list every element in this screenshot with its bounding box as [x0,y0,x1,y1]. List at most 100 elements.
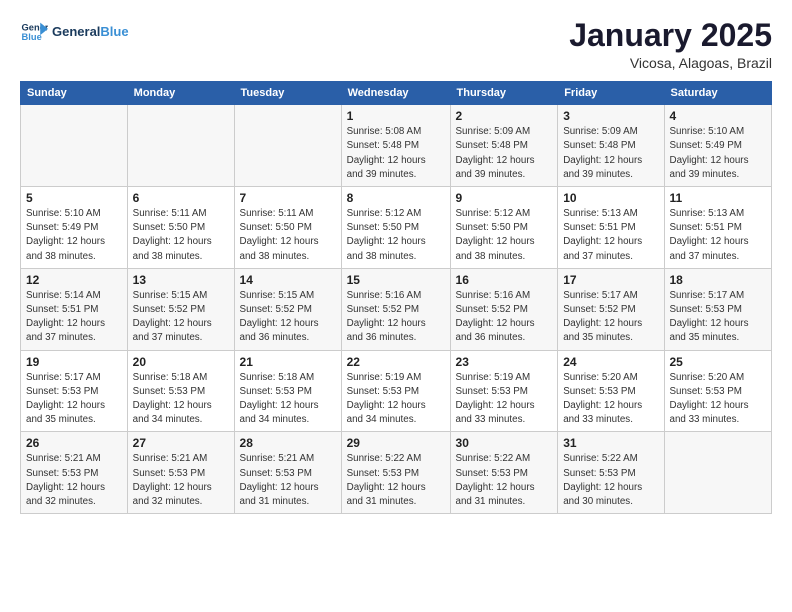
day-number: 26 [26,436,122,450]
day-info: Sunrise: 5:13 AMSunset: 5:51 PMDaylight:… [563,207,658,264]
day-number: 2 [456,109,553,123]
day-info: Sunrise: 5:17 AMSunset: 5:53 PMDaylight:… [670,289,767,346]
table-row: 2Sunrise: 5:09 AMSunset: 5:48 PMDaylight… [450,105,558,187]
table-row: 5 Sunrise: 5:10 AMSunset: 5:49 PMDaylight… [21,187,128,269]
table-row [21,105,128,187]
header-saturday: Saturday [664,82,772,105]
day-info: Sunrise: 5:09 AMSunset: 5:48 PMDaylight:… [563,125,658,182]
table-row: 11 Sunrise: 5:13 AMSunset: 5:51 PMDayligh… [664,187,772,269]
day-number: 25 [670,355,767,369]
day-info: Sunrise: 5:18 AMSunset: 5:53 PMDaylight:… [133,371,229,428]
table-row [127,105,234,187]
day-number: 6 [133,191,229,205]
header-wednesday: Wednesday [341,82,450,105]
table-row: 9Sunrise: 5:12 AMSunset: 5:50 PMDaylight… [450,187,558,269]
day-number: 19 [26,355,122,369]
day-number: 4 [670,109,767,123]
table-row: 14Sunrise: 5:15 AMSunset: 5:52 PMDayligh… [234,268,341,350]
day-number: 18 [670,273,767,287]
day-number: 23 [456,355,553,369]
day-info: Sunrise: 5:20 AMSunset: 5:53 PMDaylight:… [670,371,767,428]
table-row: 8 Sunrise: 5:12 AMSunset: 5:50 PMDaylight… [341,187,450,269]
table-row: 28 Sunrise: 5:21 AMSunset: 5:53 PMDayligh… [234,432,341,514]
table-row: 31 Sunrise: 5:22 AMSunset: 5:53 PMDayligh… [558,432,664,514]
page: General Blue GeneralBlue January 2025 Vi… [0,0,792,612]
day-info: Sunrise: 5:22 AMSunset: 5:53 PMDaylight:… [347,452,445,509]
table-row: 24 Sunrise: 5:20 AMSunset: 5:53 PMDayligh… [558,350,664,432]
calendar-header-row: Sunday Monday Tuesday Wednesday Thursday… [21,82,772,105]
day-info: Sunrise: 5:21 AMSunset: 5:53 PMDaylight:… [240,452,336,509]
day-number: 30 [456,436,553,450]
day-number: 3 [563,109,658,123]
table-row: 13Sunrise: 5:15 AMSunset: 5:52 PMDayligh… [127,268,234,350]
day-number: 16 [456,273,553,287]
day-info: Sunrise: 5:19 AMSunset: 5:53 PMDaylight:… [456,371,553,428]
day-number: 31 [563,436,658,450]
day-number: 17 [563,273,658,287]
logo: General Blue GeneralBlue [20,18,129,46]
day-number: 28 [240,436,336,450]
day-info: Sunrise: 5:08 AMSunset: 5:48 PMDaylight:… [347,125,445,182]
table-row: 22Sunrise: 5:19 AMSunset: 5:53 PMDayligh… [341,350,450,432]
logo-icon: General Blue [20,18,48,46]
table-row: 20 Sunrise: 5:18 AMSunset: 5:53 PMDayligh… [127,350,234,432]
table-row: 3 Sunrise: 5:09 AMSunset: 5:48 PMDaylight… [558,105,664,187]
table-row: 19 Sunrise: 5:17 AMSunset: 5:53 PMDayligh… [21,350,128,432]
day-number: 11 [670,191,767,205]
table-row: 10 Sunrise: 5:13 AMSunset: 5:51 PMDayligh… [558,187,664,269]
day-number: 12 [26,273,122,287]
day-info: Sunrise: 5:10 AMSunset: 5:49 PMDaylight:… [26,207,122,264]
day-number: 1 [347,109,445,123]
calendar-table: Sunday Monday Tuesday Wednesday Thursday… [20,81,772,514]
table-row: 26 Sunrise: 5:21 AMSunset: 5:53 PMDayligh… [21,432,128,514]
day-number: 15 [347,273,445,287]
day-info: Sunrise: 5:16 AMSunset: 5:52 PMDaylight:… [456,289,553,346]
day-number: 5 [26,191,122,205]
logo-text: GeneralBlue [52,24,129,40]
table-row: 16 Sunrise: 5:16 AMSunset: 5:52 PMDayligh… [450,268,558,350]
day-info: Sunrise: 5:19 AMSunset: 5:53 PMDaylight:… [347,371,445,428]
day-info: Sunrise: 5:21 AMSunset: 5:53 PMDaylight:… [133,452,229,509]
header-thursday: Thursday [450,82,558,105]
table-row: 12Sunrise: 5:14 AMSunset: 5:51 PMDayligh… [21,268,128,350]
header-monday: Monday [127,82,234,105]
day-number: 21 [240,355,336,369]
day-number: 24 [563,355,658,369]
table-row: 25 Sunrise: 5:20 AMSunset: 5:53 PMDayligh… [664,350,772,432]
day-info: Sunrise: 5:18 AMSunset: 5:53 PMDaylight:… [240,371,336,428]
table-row: 7Sunrise: 5:11 AMSunset: 5:50 PMDaylight… [234,187,341,269]
table-row: 1 Sunrise: 5:08 AMSunset: 5:48 PMDaylight… [341,105,450,187]
day-number: 13 [133,273,229,287]
table-row: 18 Sunrise: 5:17 AMSunset: 5:53 PMDayligh… [664,268,772,350]
day-info: Sunrise: 5:22 AMSunset: 5:53 PMDaylight:… [563,452,658,509]
title-block: January 2025 Vicosa, Alagoas, Brazil [569,18,772,71]
day-number: 29 [347,436,445,450]
table-row: 29 Sunrise: 5:22 AMSunset: 5:53 PMDayligh… [341,432,450,514]
day-info: Sunrise: 5:21 AMSunset: 5:53 PMDaylight:… [26,452,122,509]
day-number: 9 [456,191,553,205]
location-subtitle: Vicosa, Alagoas, Brazil [569,55,772,71]
header-friday: Friday [558,82,664,105]
table-row: 4Sunrise: 5:10 AMSunset: 5:49 PMDaylight… [664,105,772,187]
table-row: 30 Sunrise: 5:22 AMSunset: 5:53 PMDayligh… [450,432,558,514]
day-info: Sunrise: 5:12 AMSunset: 5:50 PMDaylight:… [347,207,445,264]
header: General Blue GeneralBlue January 2025 Vi… [20,18,772,71]
day-info: Sunrise: 5:17 AMSunset: 5:53 PMDaylight:… [26,371,122,428]
day-info: Sunrise: 5:11 AMSunset: 5:50 PMDaylight:… [133,207,229,264]
day-number: 10 [563,191,658,205]
table-row: 23 Sunrise: 5:19 AMSunset: 5:53 PMDayligh… [450,350,558,432]
table-row [664,432,772,514]
day-info: Sunrise: 5:22 AMSunset: 5:53 PMDaylight:… [456,452,553,509]
day-number: 20 [133,355,229,369]
table-row: 27Sunrise: 5:21 AMSunset: 5:53 PMDayligh… [127,432,234,514]
table-row [234,105,341,187]
day-info: Sunrise: 5:13 AMSunset: 5:51 PMDaylight:… [670,207,767,264]
table-row: 17Sunrise: 5:17 AMSunset: 5:52 PMDayligh… [558,268,664,350]
day-number: 7 [240,191,336,205]
day-info: Sunrise: 5:20 AMSunset: 5:53 PMDaylight:… [563,371,658,428]
header-tuesday: Tuesday [234,82,341,105]
day-number: 8 [347,191,445,205]
header-sunday: Sunday [21,82,128,105]
table-row: 6 Sunrise: 5:11 AMSunset: 5:50 PMDaylight… [127,187,234,269]
svg-text:Blue: Blue [22,32,42,42]
